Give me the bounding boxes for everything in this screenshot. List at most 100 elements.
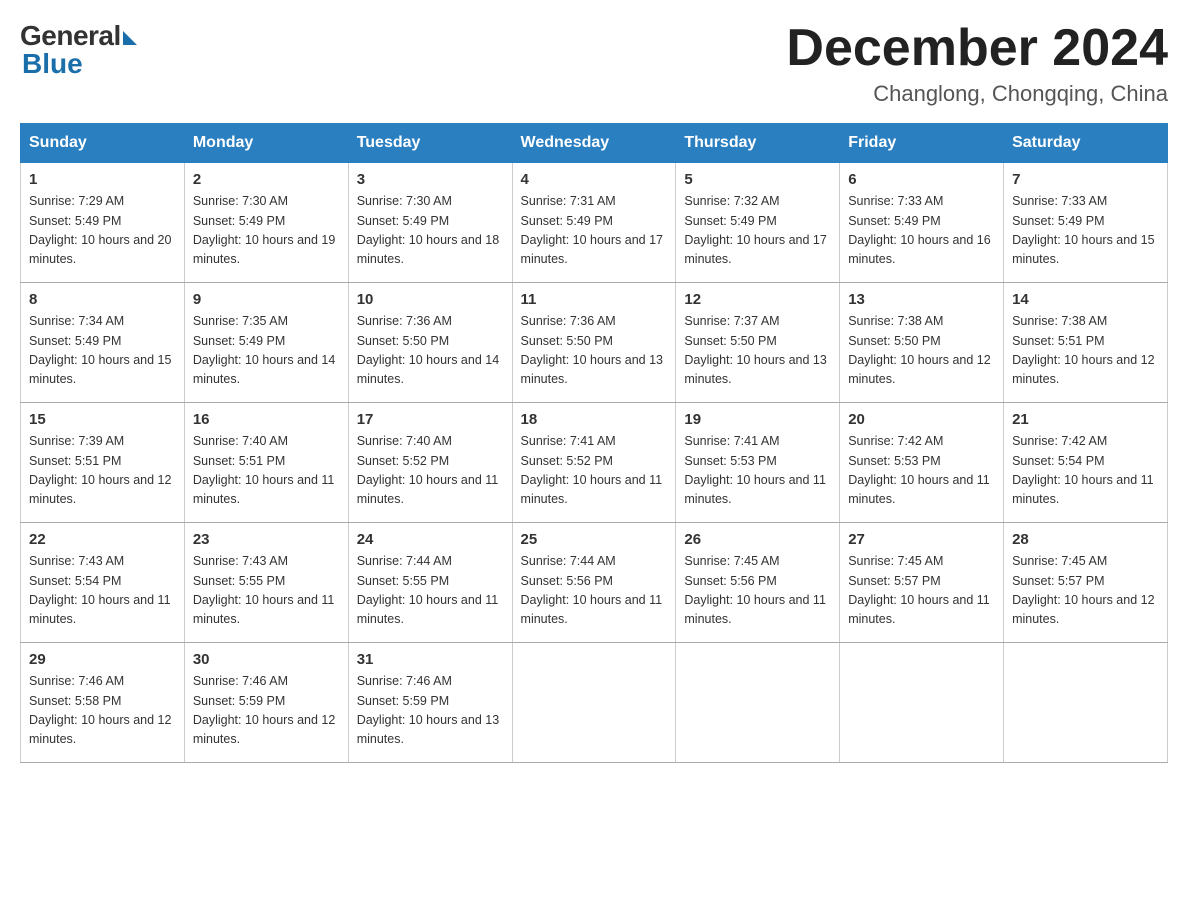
day-number: 14 (1012, 291, 1159, 308)
day-number: 9 (193, 291, 340, 308)
day-number: 18 (521, 411, 668, 428)
day-info: Sunrise: 7:45 AMSunset: 5:56 PMDaylight:… (684, 552, 831, 630)
calendar-cell: 22 Sunrise: 7:43 AMSunset: 5:54 PMDayligh… (21, 523, 185, 643)
calendar-header-row: SundayMondayTuesdayWednesdayThursdayFrid… (21, 124, 1168, 163)
day-number: 21 (1012, 411, 1159, 428)
logo-arrow-icon (123, 31, 137, 45)
header-tuesday: Tuesday (348, 124, 512, 163)
day-info: Sunrise: 7:46 AMSunset: 5:59 PMDaylight:… (357, 672, 504, 750)
day-info: Sunrise: 7:31 AMSunset: 5:49 PMDaylight:… (521, 192, 668, 270)
day-number: 30 (193, 651, 340, 668)
calendar-cell: 4 Sunrise: 7:31 AMSunset: 5:49 PMDaylight… (512, 163, 676, 283)
day-number: 26 (684, 531, 831, 548)
day-number: 2 (193, 171, 340, 188)
day-number: 11 (521, 291, 668, 308)
day-number: 1 (29, 171, 176, 188)
calendar-week-row: 29 Sunrise: 7:46 AMSunset: 5:58 PMDayligh… (21, 643, 1168, 763)
calendar-cell (840, 643, 1004, 763)
day-info: Sunrise: 7:30 AMSunset: 5:49 PMDaylight:… (357, 192, 504, 270)
calendar-cell: 24 Sunrise: 7:44 AMSunset: 5:55 PMDayligh… (348, 523, 512, 643)
day-info: Sunrise: 7:33 AMSunset: 5:49 PMDaylight:… (848, 192, 995, 270)
logo: General Blue (20, 20, 137, 80)
day-number: 5 (684, 171, 831, 188)
day-info: Sunrise: 7:41 AMSunset: 5:52 PMDaylight:… (521, 432, 668, 510)
calendar-cell: 18 Sunrise: 7:41 AMSunset: 5:52 PMDayligh… (512, 403, 676, 523)
header-friday: Friday (840, 124, 1004, 163)
day-info: Sunrise: 7:36 AMSunset: 5:50 PMDaylight:… (357, 312, 504, 390)
day-info: Sunrise: 7:45 AMSunset: 5:57 PMDaylight:… (848, 552, 995, 630)
day-number: 6 (848, 171, 995, 188)
calendar-cell: 31Sunrise: 7:46 AMSunset: 5:59 PMDayligh… (348, 643, 512, 763)
day-number: 29 (29, 651, 176, 668)
page-header: General Blue December 2024 Changlong, Ch… (20, 20, 1168, 107)
calendar-cell (1004, 643, 1168, 763)
calendar-cell: 15 Sunrise: 7:39 AMSunset: 5:51 PMDayligh… (21, 403, 185, 523)
day-info: Sunrise: 7:43 AMSunset: 5:55 PMDaylight:… (193, 552, 340, 630)
header-thursday: Thursday (676, 124, 840, 163)
calendar-cell: 19Sunrise: 7:41 AMSunset: 5:53 PMDayligh… (676, 403, 840, 523)
calendar-cell: 14Sunrise: 7:38 AMSunset: 5:51 PMDayligh… (1004, 283, 1168, 403)
calendar-cell: 10 Sunrise: 7:36 AMSunset: 5:50 PMDayligh… (348, 283, 512, 403)
calendar-cell (512, 643, 676, 763)
location-text: Changlong, Chongqing, China (786, 81, 1168, 107)
day-info: Sunrise: 7:38 AMSunset: 5:50 PMDaylight:… (848, 312, 995, 390)
calendar-cell: 8 Sunrise: 7:34 AMSunset: 5:49 PMDaylight… (21, 283, 185, 403)
calendar-table: SundayMondayTuesdayWednesdayThursdayFrid… (20, 123, 1168, 763)
calendar-cell: 20Sunrise: 7:42 AMSunset: 5:53 PMDayligh… (840, 403, 1004, 523)
day-info: Sunrise: 7:40 AMSunset: 5:52 PMDaylight:… (357, 432, 504, 510)
day-number: 7 (1012, 171, 1159, 188)
day-number: 13 (848, 291, 995, 308)
calendar-cell: 6 Sunrise: 7:33 AMSunset: 5:49 PMDaylight… (840, 163, 1004, 283)
day-number: 3 (357, 171, 504, 188)
calendar-cell (676, 643, 840, 763)
logo-blue-text: Blue (20, 48, 83, 80)
calendar-cell: 28Sunrise: 7:45 AMSunset: 5:57 PMDayligh… (1004, 523, 1168, 643)
calendar-cell: 17 Sunrise: 7:40 AMSunset: 5:52 PMDayligh… (348, 403, 512, 523)
day-number: 8 (29, 291, 176, 308)
day-number: 22 (29, 531, 176, 548)
day-info: Sunrise: 7:36 AMSunset: 5:50 PMDaylight:… (521, 312, 668, 390)
calendar-cell: 1Sunrise: 7:29 AMSunset: 5:49 PMDaylight… (21, 163, 185, 283)
day-info: Sunrise: 7:44 AMSunset: 5:56 PMDaylight:… (521, 552, 668, 630)
calendar-cell: 5 Sunrise: 7:32 AMSunset: 5:49 PMDaylight… (676, 163, 840, 283)
day-info: Sunrise: 7:45 AMSunset: 5:57 PMDaylight:… (1012, 552, 1159, 630)
day-number: 27 (848, 531, 995, 548)
day-info: Sunrise: 7:44 AMSunset: 5:55 PMDaylight:… (357, 552, 504, 630)
calendar-cell: 30 Sunrise: 7:46 AMSunset: 5:59 PMDayligh… (184, 643, 348, 763)
calendar-week-row: 15 Sunrise: 7:39 AMSunset: 5:51 PMDayligh… (21, 403, 1168, 523)
calendar-cell: 25Sunrise: 7:44 AMSunset: 5:56 PMDayligh… (512, 523, 676, 643)
month-title: December 2024 (786, 20, 1168, 77)
calendar-cell: 26 Sunrise: 7:45 AMSunset: 5:56 PMDayligh… (676, 523, 840, 643)
day-number: 23 (193, 531, 340, 548)
day-info: Sunrise: 7:34 AMSunset: 5:49 PMDaylight:… (29, 312, 176, 390)
calendar-cell: 13 Sunrise: 7:38 AMSunset: 5:50 PMDayligh… (840, 283, 1004, 403)
calendar-week-row: 8 Sunrise: 7:34 AMSunset: 5:49 PMDaylight… (21, 283, 1168, 403)
day-info: Sunrise: 7:30 AMSunset: 5:49 PMDaylight:… (193, 192, 340, 270)
header-monday: Monday (184, 124, 348, 163)
day-number: 15 (29, 411, 176, 428)
day-number: 10 (357, 291, 504, 308)
title-block: December 2024 Changlong, Chongqing, Chin… (786, 20, 1168, 107)
header-saturday: Saturday (1004, 124, 1168, 163)
day-info: Sunrise: 7:42 AMSunset: 5:53 PMDaylight:… (848, 432, 995, 510)
day-number: 12 (684, 291, 831, 308)
day-info: Sunrise: 7:43 AMSunset: 5:54 PMDaylight:… (29, 552, 176, 630)
day-info: Sunrise: 7:46 AMSunset: 5:59 PMDaylight:… (193, 672, 340, 750)
day-info: Sunrise: 7:46 AMSunset: 5:58 PMDaylight:… (29, 672, 176, 750)
day-number: 17 (357, 411, 504, 428)
day-number: 24 (357, 531, 504, 548)
day-info: Sunrise: 7:42 AMSunset: 5:54 PMDaylight:… (1012, 432, 1159, 510)
day-info: Sunrise: 7:41 AMSunset: 5:53 PMDaylight:… (684, 432, 831, 510)
calendar-cell: 12 Sunrise: 7:37 AMSunset: 5:50 PMDayligh… (676, 283, 840, 403)
day-info: Sunrise: 7:39 AMSunset: 5:51 PMDaylight:… (29, 432, 176, 510)
header-sunday: Sunday (21, 124, 185, 163)
day-info: Sunrise: 7:37 AMSunset: 5:50 PMDaylight:… (684, 312, 831, 390)
calendar-cell: 2 Sunrise: 7:30 AMSunset: 5:49 PMDaylight… (184, 163, 348, 283)
day-number: 4 (521, 171, 668, 188)
calendar-cell: 11 Sunrise: 7:36 AMSunset: 5:50 PMDayligh… (512, 283, 676, 403)
calendar-week-row: 1Sunrise: 7:29 AMSunset: 5:49 PMDaylight… (21, 163, 1168, 283)
day-info: Sunrise: 7:40 AMSunset: 5:51 PMDaylight:… (193, 432, 340, 510)
day-number: 16 (193, 411, 340, 428)
day-info: Sunrise: 7:32 AMSunset: 5:49 PMDaylight:… (684, 192, 831, 270)
day-info: Sunrise: 7:35 AMSunset: 5:49 PMDaylight:… (193, 312, 340, 390)
